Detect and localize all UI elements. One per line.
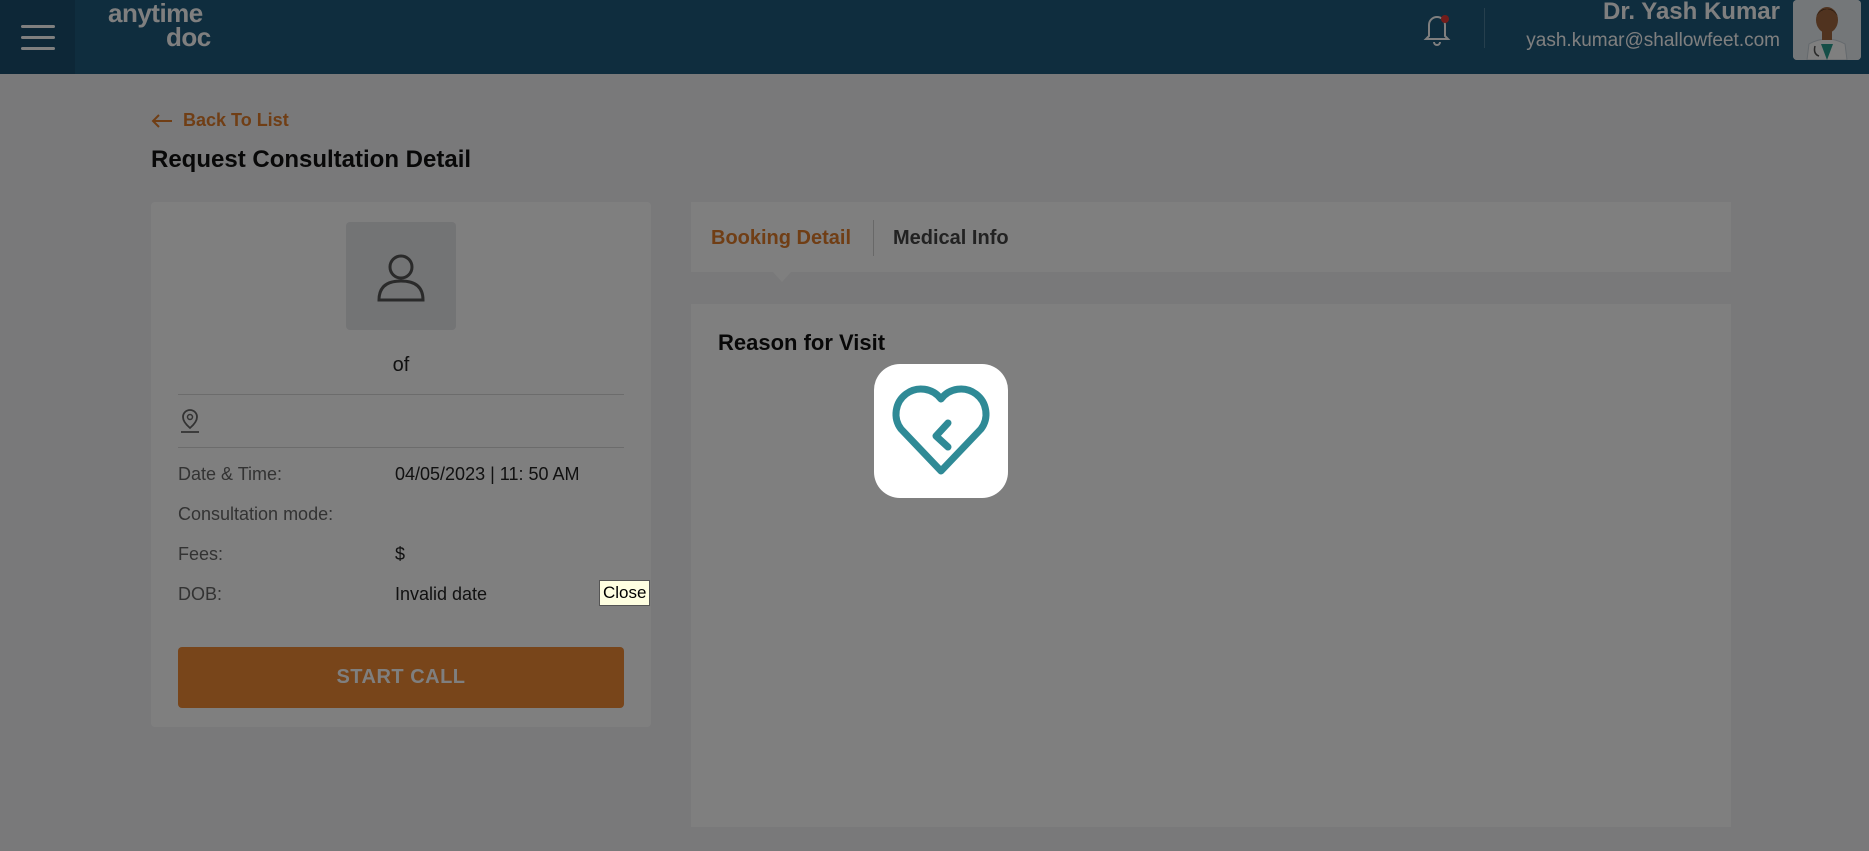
loading-spinner [874,364,1008,498]
close-tooltip: Close [599,580,651,606]
heart-logo-icon [892,385,990,475]
